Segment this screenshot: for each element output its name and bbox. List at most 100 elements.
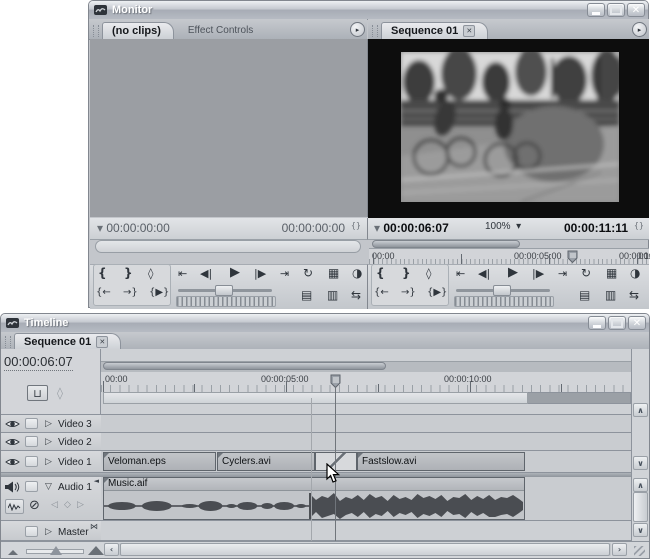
video-scroll-down-button[interactable]: ∨ xyxy=(633,456,648,470)
output-button[interactable]: ◑ xyxy=(630,266,640,280)
track-name[interactable]: Video 1 xyxy=(58,457,92,468)
zoom-out-icon[interactable] xyxy=(8,550,18,555)
audio-scroll-down-button[interactable]: ∨ xyxy=(633,523,648,537)
step-back-button[interactable]: ◀| xyxy=(478,267,490,280)
track-name[interactable]: Master xyxy=(58,527,89,538)
program-jog-wheel[interactable] xyxy=(454,296,554,307)
program-panel-menu-icon[interactable]: ▸ xyxy=(632,22,647,37)
clip-cyclers[interactable]: Cyclers.avi xyxy=(217,452,315,471)
track-header-video2[interactable]: ▷ Video 2 xyxy=(1,433,101,451)
timeline-cti-marker[interactable] xyxy=(330,374,341,388)
export-frame-button[interactable]: ⇆ xyxy=(629,288,639,302)
program-zoom-level[interactable]: 100% xyxy=(485,221,511,232)
hscroll-right-button[interactable]: › xyxy=(612,543,627,556)
set-out-button[interactable]: } xyxy=(402,266,411,280)
clip-fastslow[interactable]: Fastslow.avi xyxy=(357,452,525,471)
goto-next-marker-button[interactable]: ⇥ xyxy=(280,267,289,280)
clip-veloman[interactable]: Veloman.eps xyxy=(103,452,216,471)
monitor-titlebar[interactable]: Monitor ✕ xyxy=(89,1,648,20)
program-time-dropdown-icon[interactable]: ▾ xyxy=(374,221,380,235)
next-keyframe-icon[interactable]: ▷ xyxy=(77,500,84,510)
step-forward-button[interactable]: |▶ xyxy=(254,267,266,280)
step-back-button[interactable]: ◀| xyxy=(200,267,212,280)
timeline-titlebar[interactable]: Timeline ✕ xyxy=(1,314,649,333)
program-current-time[interactable]: 00:00:06:07 xyxy=(383,221,448,235)
toggle-track-output-speaker-icon[interactable] xyxy=(4,481,20,493)
tab-no-clips[interactable]: (no clips) xyxy=(102,22,174,39)
source-scrub-bar[interactable] xyxy=(95,240,361,253)
zoom-dropdown-icon[interactable]: ▾ xyxy=(516,221,521,232)
loop-button[interactable]: ↻ xyxy=(303,266,313,280)
display-style-button[interactable]: ⊘ xyxy=(29,498,40,513)
waveform-display-button[interactable] xyxy=(5,499,24,514)
track-header-audio1[interactable]: ▽ Audio 1 ◄ ⊘ ◁ ◇ ▷ xyxy=(1,477,101,521)
goto-out-button[interactable]: →} xyxy=(123,287,138,298)
program-viewing-area-bar[interactable] xyxy=(372,240,520,248)
track-header-master[interactable]: ▷ Master ⋈ xyxy=(1,521,101,541)
track-audio1-content[interactable]: Music.aif xyxy=(101,477,631,521)
toggle-track-output-eye-icon[interactable] xyxy=(5,437,20,447)
goto-in-button[interactable]: {← xyxy=(374,287,389,298)
timeline-viewing-area-bar[interactable] xyxy=(103,362,386,370)
panel-grip[interactable] xyxy=(5,336,11,348)
expand-track-icon[interactable]: ▷ xyxy=(45,457,52,467)
close-button[interactable]: ✕ xyxy=(627,3,645,17)
tab-sequence-01[interactable]: Sequence 01 ✕ xyxy=(381,22,488,39)
track-lock-toggle[interactable] xyxy=(25,418,38,429)
zoom-slider-thumb[interactable] xyxy=(50,546,62,555)
toggle-track-output-eye-icon[interactable] xyxy=(5,457,20,467)
loop-button[interactable]: ↻ xyxy=(581,266,591,280)
marker-button[interactable]: ◊ xyxy=(148,267,153,280)
previous-keyframe-icon[interactable]: ◁ xyxy=(51,500,58,510)
timeline-current-time[interactable]: 00:00:06:07 xyxy=(4,354,73,371)
tab-close-icon[interactable]: ✕ xyxy=(96,336,108,348)
set-in-button[interactable]: { xyxy=(376,266,385,280)
track-name[interactable]: Video 3 xyxy=(58,419,92,430)
hscroll-left-button[interactable]: ‹ xyxy=(104,543,119,556)
play-button[interactable]: ▶ xyxy=(230,265,240,280)
tab-sequence-01[interactable]: Sequence 01 ✕ xyxy=(14,333,121,350)
track-header-video3[interactable]: ▷ Video 3 xyxy=(1,415,101,433)
track-lock-toggle[interactable] xyxy=(25,436,38,447)
set-in-button[interactable]: { xyxy=(98,266,107,280)
zoom-in-icon[interactable] xyxy=(88,546,104,555)
insert-button[interactable]: ▤ xyxy=(301,288,312,302)
goto-previous-marker-button[interactable]: ⇤ xyxy=(178,267,187,280)
source-jog-wheel[interactable] xyxy=(176,296,276,307)
work-area-bar[interactable] xyxy=(103,392,528,404)
maximize-button[interactable] xyxy=(608,316,626,330)
source-current-time[interactable]: 00:00:00:00 xyxy=(106,221,169,235)
track-master-content[interactable] xyxy=(101,521,631,541)
set-marker-icon[interactable]: ◊ xyxy=(57,386,63,400)
output-button[interactable]: ◑ xyxy=(352,266,362,280)
collapse-track-icon[interactable]: ▽ xyxy=(45,482,52,492)
program-cti-marker[interactable] xyxy=(567,250,578,263)
audio-scroll-thumb[interactable] xyxy=(633,492,648,522)
expand-track-icon[interactable]: ▷ xyxy=(45,527,52,537)
clip-music[interactable]: Music.aif xyxy=(103,477,525,520)
minimize-button[interactable] xyxy=(588,316,606,330)
timeline-time-ruler[interactable]: 00:00 00:00:05:00 00:00:10:00 xyxy=(101,372,631,392)
expand-track-icon[interactable]: ▷ xyxy=(45,437,52,447)
panel-grip[interactable] xyxy=(372,25,378,37)
goto-previous-edit-button[interactable]: ⇤ xyxy=(456,267,465,280)
extract-button[interactable]: ▥ xyxy=(605,288,616,302)
toggle-track-output-eye-icon[interactable] xyxy=(5,419,20,429)
safe-margins-button[interactable]: ▦ xyxy=(328,266,339,280)
audio-scroll-up-button[interactable]: ∧ xyxy=(633,478,648,492)
panel-grip[interactable] xyxy=(93,25,99,37)
overlay-button[interactable]: ▥ xyxy=(327,288,338,302)
source-panel-menu-icon[interactable]: ▸ xyxy=(350,22,365,37)
track-video2-content[interactable] xyxy=(101,433,631,451)
snap-button[interactable]: ⊔ xyxy=(27,385,48,401)
maximize-button[interactable] xyxy=(607,3,625,17)
step-forward-button[interactable]: |▶ xyxy=(532,267,544,280)
hscroll-thumb[interactable] xyxy=(120,543,610,556)
track-video1-content[interactable]: Veloman.eps Cyclers.avi Fastslow.avi xyxy=(101,451,631,473)
track-name[interactable]: Video 2 xyxy=(58,437,92,448)
lift-button[interactable]: ▤ xyxy=(579,288,590,302)
source-time-dropdown-icon[interactable]: ▾ xyxy=(97,221,103,235)
tab-effect-controls[interactable]: Effect Controls xyxy=(174,21,267,39)
goto-next-edit-button[interactable]: ⇥ xyxy=(558,267,567,280)
set-out-button[interactable]: } xyxy=(124,266,133,280)
